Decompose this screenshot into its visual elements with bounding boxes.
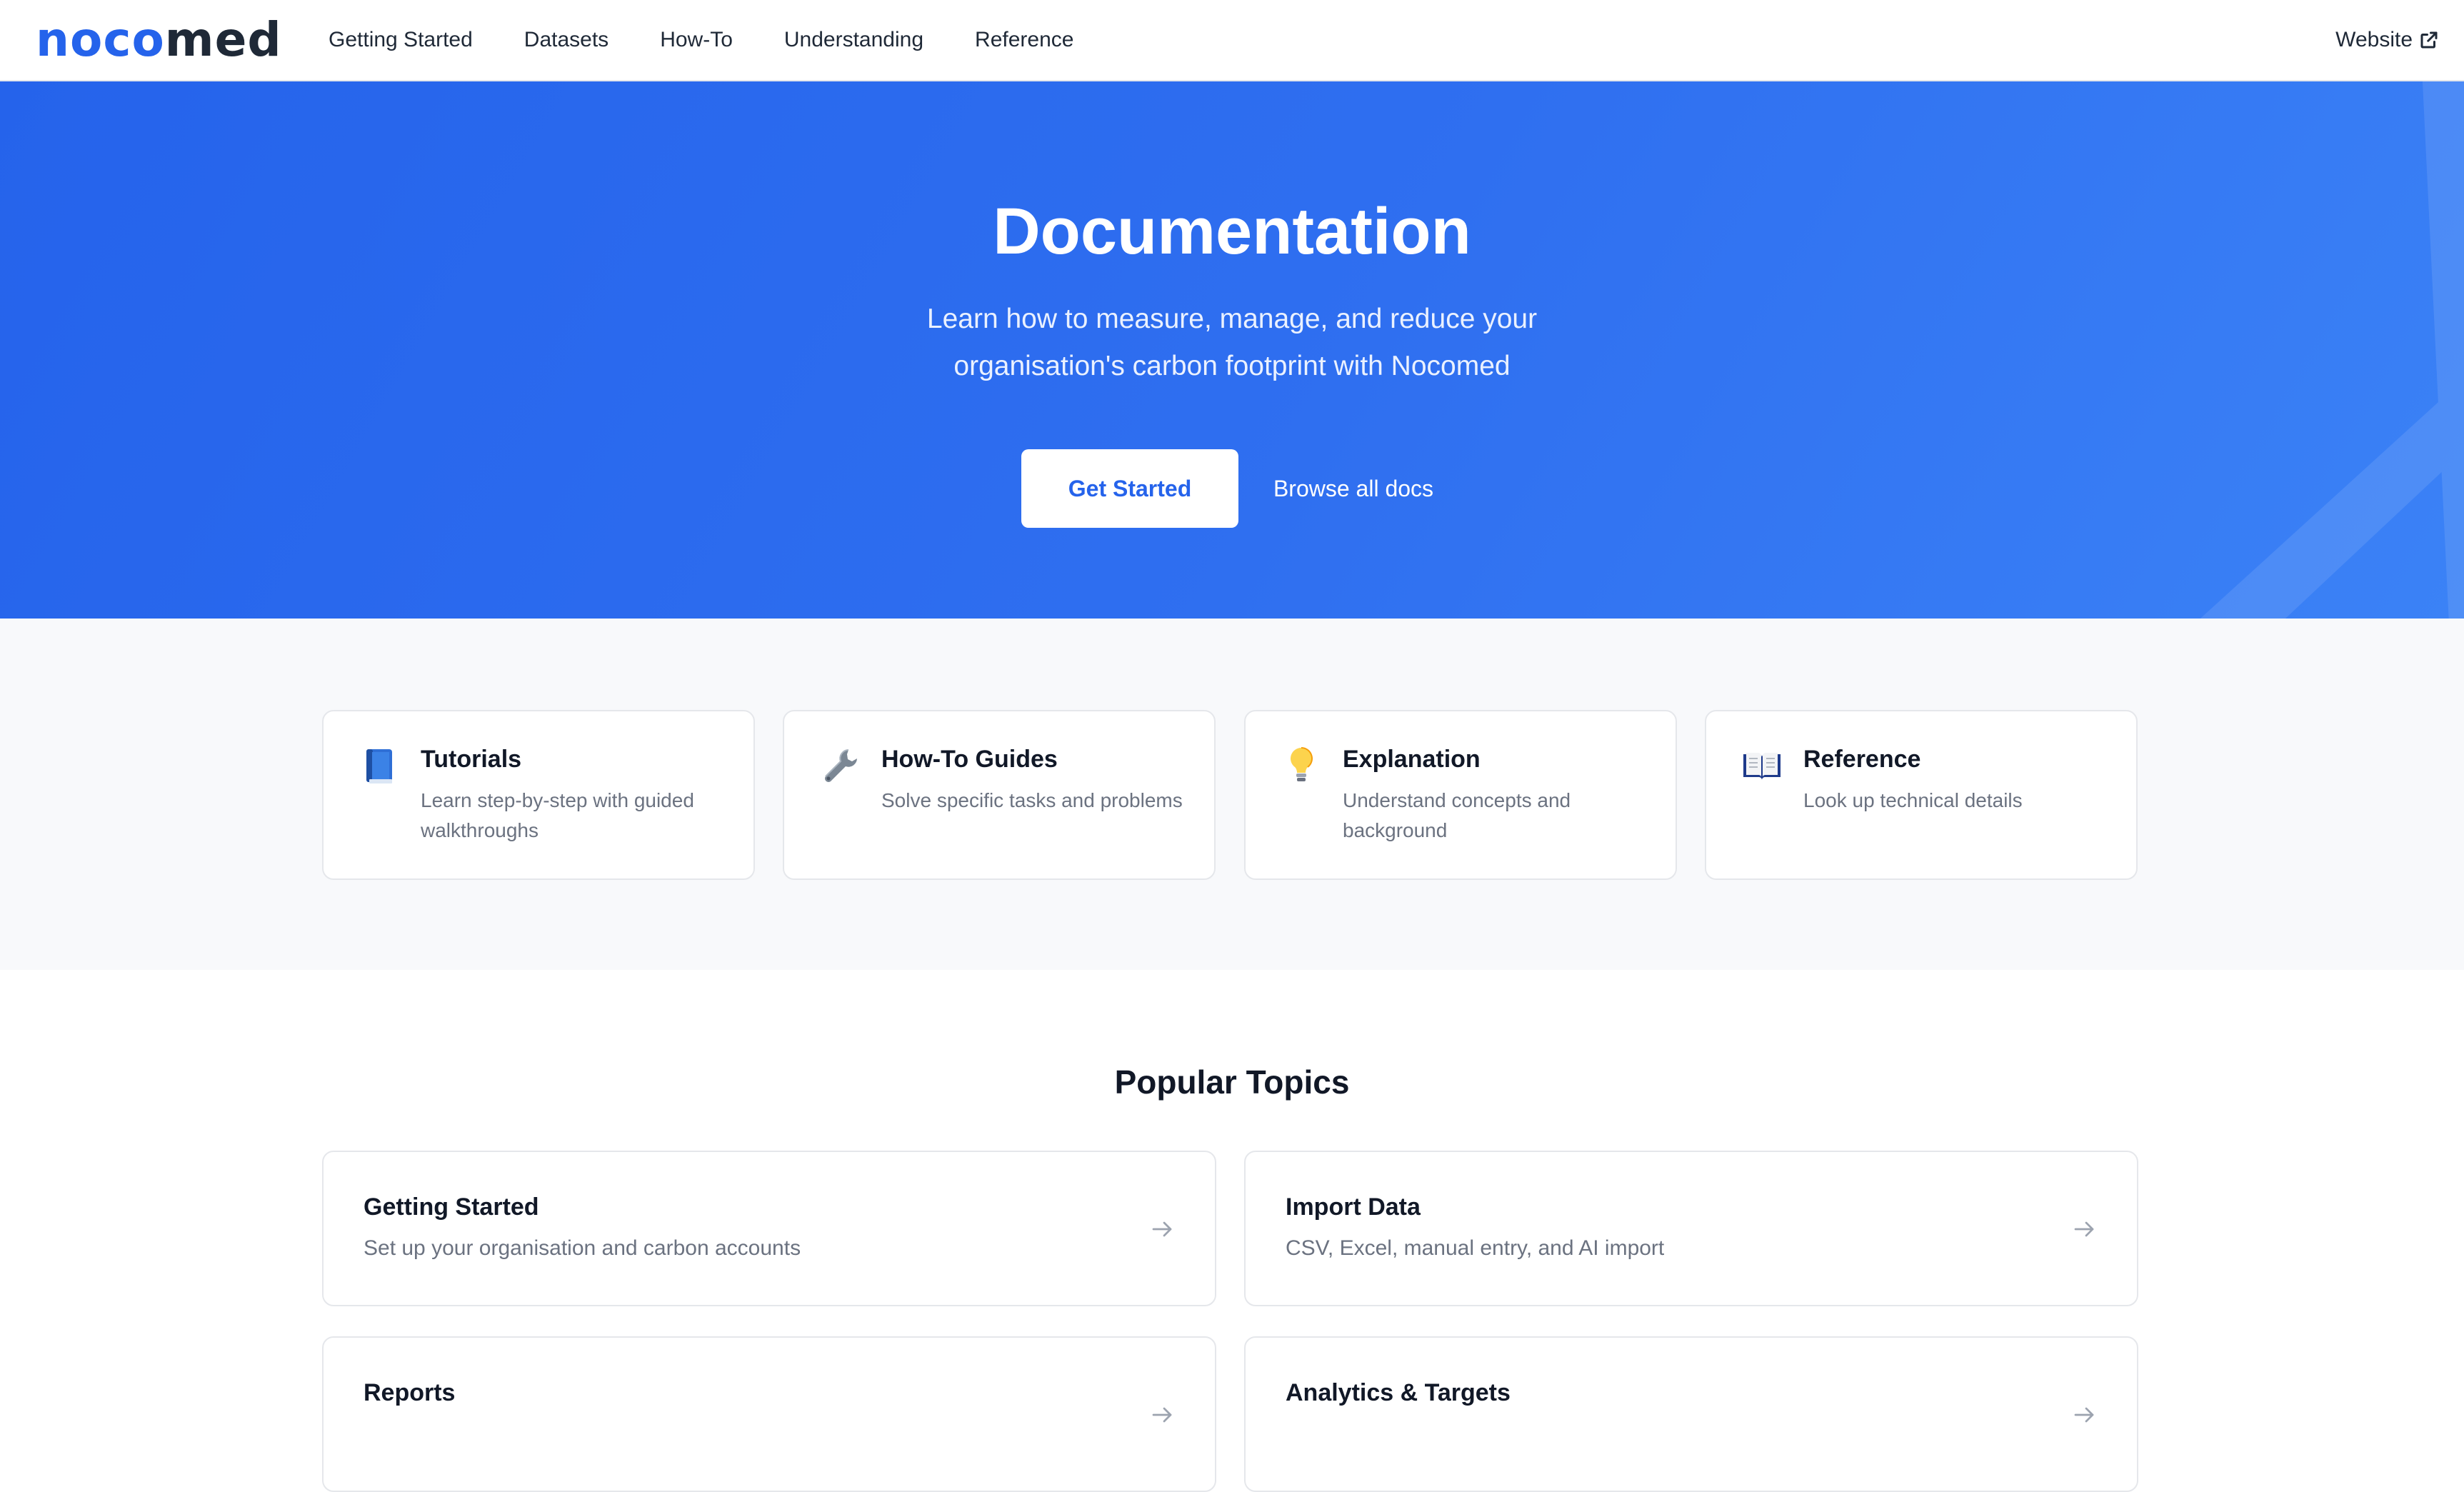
topic-description: Set up your organisation and carbon acco… bbox=[364, 1236, 801, 1260]
topic-card-analytics-targets[interactable]: Analytics & Targets bbox=[1244, 1336, 2138, 1492]
nav-link-how-to[interactable]: How-To bbox=[660, 28, 733, 52]
nav-link-datasets[interactable]: Datasets bbox=[524, 28, 609, 52]
main-nav: Getting Started Datasets How-To Understa… bbox=[329, 0, 1073, 80]
topic-description: CSV, Excel, manual entry, and AI import bbox=[1286, 1236, 1665, 1260]
category-title: Tutorials bbox=[421, 746, 522, 773]
category-description: Understand concepts and background bbox=[1343, 789, 1571, 841]
logo-part-med: med bbox=[164, 12, 282, 67]
hero-banner: Documentation Learn how to measure, mana… bbox=[0, 81, 2464, 619]
topic-title: Analytics & Targets bbox=[1286, 1379, 1511, 1406]
browse-all-docs-button[interactable]: Browse all docs bbox=[1257, 449, 1450, 528]
page-title: Documentation bbox=[993, 195, 1471, 268]
category-description: Learn step-by-step with guided walkthrou… bbox=[421, 789, 694, 841]
nav-link-understanding[interactable]: Understanding bbox=[784, 28, 923, 52]
hero-subtitle: Learn how to measure, manage, and reduce… bbox=[926, 304, 1538, 381]
category-title: Explanation bbox=[1343, 746, 1481, 773]
doc-categories: Tutorials Learn step-by-step with guided… bbox=[0, 619, 2464, 970]
category-card-explanation[interactable]: Explanation Understand concepts and back… bbox=[1244, 710, 1677, 880]
website-link-label: Website bbox=[2335, 28, 2413, 51]
blue-book-icon bbox=[359, 746, 399, 786]
popular-topics-heading: Popular Topics bbox=[1114, 1063, 1350, 1101]
topic-title: Getting Started bbox=[364, 1193, 539, 1221]
arrow-right-icon bbox=[2074, 1407, 2094, 1423]
category-description: Look up technical details bbox=[1803, 789, 2023, 811]
topic-title: Reports bbox=[364, 1379, 456, 1406]
category-card-how-to-guides[interactable]: How-To Guides Solve specific tasks and p… bbox=[783, 710, 1216, 880]
arrow-right-icon bbox=[2074, 1221, 2094, 1237]
arrow-right-icon bbox=[1152, 1221, 1172, 1237]
hero-decoration bbox=[2200, 81, 2464, 619]
external-link-icon bbox=[2420, 31, 2438, 49]
get-started-button[interactable]: Get Started bbox=[1021, 449, 1238, 528]
category-title: How-To Guides bbox=[881, 746, 1058, 773]
nocomed-logo[interactable]: nocomed bbox=[36, 14, 282, 66]
topic-title: Import Data bbox=[1286, 1193, 1421, 1221]
topic-card-getting-started[interactable]: Getting Started Set up your organisation… bbox=[322, 1151, 1216, 1306]
website-link[interactable]: Website bbox=[2335, 0, 2440, 80]
arrow-right-icon bbox=[1152, 1407, 1172, 1423]
topic-card-import-data[interactable]: Import Data CSV, Excel, manual entry, an… bbox=[1244, 1151, 2138, 1306]
category-card-reference[interactable]: Reference Look up technical details bbox=[1705, 710, 2138, 880]
open-book-icon bbox=[1742, 746, 1782, 786]
topic-card-reports[interactable]: Reports bbox=[322, 1336, 1216, 1492]
category-card-tutorials[interactable]: Tutorials Learn step-by-step with guided… bbox=[322, 710, 755, 880]
nav-link-reference[interactable]: Reference bbox=[975, 28, 1073, 52]
nav-link-getting-started[interactable]: Getting Started bbox=[329, 28, 473, 52]
top-navigation: nocomed Getting Started Datasets How-To … bbox=[0, 0, 2464, 81]
logo-part-noco: noco bbox=[36, 12, 165, 67]
category-title: Reference bbox=[1803, 746, 1921, 773]
lightbulb-icon bbox=[1281, 746, 1321, 786]
wrench-icon bbox=[820, 746, 860, 786]
category-description: Solve specific tasks and problems bbox=[881, 789, 1183, 811]
